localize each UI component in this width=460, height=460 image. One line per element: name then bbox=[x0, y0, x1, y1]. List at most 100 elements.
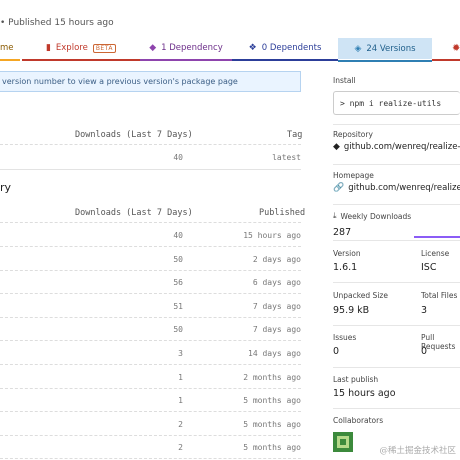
tag-icon: ◈ bbox=[354, 43, 362, 54]
download-icon: ⤓ bbox=[333, 211, 337, 220]
version-value: 1.6.1 bbox=[333, 262, 358, 273]
unpacked-size-value: 95.9 kB bbox=[333, 305, 370, 316]
watermark: @稀土掘金技术社区 bbox=[379, 446, 456, 456]
publish-meta: • Published 15 hours ago bbox=[0, 18, 114, 28]
license-label: License bbox=[421, 249, 450, 258]
divider bbox=[0, 387, 301, 389]
history-row-published: 15 hours ago bbox=[243, 231, 301, 240]
link-icon: 🔗 bbox=[333, 183, 345, 193]
tab-versions[interactable]: ◈ 24 Versions bbox=[338, 38, 432, 62]
divider bbox=[333, 325, 460, 326]
issues-value: 0 bbox=[333, 346, 340, 357]
divider bbox=[0, 269, 301, 271]
box-icon: ◆ bbox=[149, 43, 157, 53]
weekly-downloads-value: 287 bbox=[333, 227, 352, 238]
history-row-published: 14 days ago bbox=[248, 349, 301, 358]
collaborators-label: Collaborators bbox=[333, 416, 384, 425]
total-files-label: Total Files bbox=[421, 291, 458, 300]
history-row-published: 7 days ago bbox=[252, 301, 301, 311]
beta-badge: BETA bbox=[92, 43, 117, 53]
tab-dependencies[interactable]: ◆ 1 Dependency bbox=[140, 38, 232, 61]
divider bbox=[0, 340, 301, 342]
history-row-downloads: 50 bbox=[173, 325, 183, 335]
tab-explore-underline bbox=[22, 59, 140, 61]
install-command[interactable]: > npm i realize-utils bbox=[333, 91, 460, 115]
history-row-published: 5 months ago bbox=[243, 396, 301, 406]
last-publish-value: 15 hours ago bbox=[333, 388, 396, 399]
current-tags-tag-header: Tag bbox=[287, 130, 303, 140]
current-tag-downloads: 40 bbox=[173, 153, 183, 162]
weekly-downloads-label: Weekly Downloads bbox=[340, 211, 412, 221]
license-value: ISC bbox=[421, 262, 437, 273]
history-row-downloads: 2 bbox=[178, 419, 183, 429]
homepage-link[interactable]: 🔗 github.com/wenreq/realize-utils bbox=[333, 183, 460, 193]
divider bbox=[0, 434, 301, 436]
file-code-icon: ▮ bbox=[45, 43, 51, 53]
divider bbox=[0, 293, 301, 295]
history-row-published: 5 months ago bbox=[243, 443, 301, 453]
current-tags-downloads-header: Downloads (Last 7 Days) bbox=[75, 130, 193, 140]
history-row-downloads: 51 bbox=[173, 301, 183, 311]
tab-versions-label: 24 Versions bbox=[366, 43, 416, 54]
collaborator-avatar[interactable] bbox=[333, 432, 353, 452]
version-label: Version bbox=[333, 249, 361, 258]
install-label: Install bbox=[333, 76, 356, 85]
history-row-published: 2 months ago bbox=[243, 372, 301, 382]
divider bbox=[333, 204, 460, 205]
homepage-link-text: github.com/wenreq/realize-utils bbox=[348, 183, 460, 193]
tab-dependencies-label: 1 Dependency bbox=[161, 43, 223, 53]
tab-dependents-label: 0 Dependents bbox=[261, 43, 322, 53]
issues-label: Issues bbox=[333, 333, 357, 342]
tab-settings-underline bbox=[432, 59, 460, 61]
divider bbox=[333, 124, 460, 125]
divider bbox=[333, 367, 460, 368]
tab-versions-underline bbox=[338, 60, 432, 62]
divider bbox=[333, 408, 460, 409]
history-row-downloads: 2 bbox=[178, 443, 183, 453]
divider bbox=[0, 222, 301, 223]
divider bbox=[0, 364, 301, 365]
history-published-header: Published bbox=[259, 208, 306, 218]
history-row-downloads: 1 bbox=[178, 396, 183, 406]
divider bbox=[0, 316, 301, 318]
history-row-downloads: 56 bbox=[173, 278, 183, 288]
weekly-downloads-heading: ⤓ Weekly Downloads bbox=[333, 211, 411, 221]
homepage-label: Homepage bbox=[333, 171, 374, 180]
divider bbox=[333, 240, 460, 241]
git-icon: ◆ bbox=[333, 142, 340, 152]
history-row-published: 2 days ago bbox=[252, 254, 301, 264]
tab-readme-underline bbox=[0, 59, 20, 61]
last-publish-label: Last publish bbox=[333, 375, 379, 384]
weekly-downloads-sparkline bbox=[414, 236, 460, 238]
history-downloads-header: Downloads (Last 7 Days) bbox=[75, 208, 193, 218]
tab-dependents[interactable]: ❖ 0 Dependents bbox=[232, 38, 338, 61]
divider bbox=[0, 458, 301, 460]
version-history-title: ry bbox=[0, 181, 12, 194]
version-info-banner: version number to view a previous versio… bbox=[0, 71, 301, 92]
divider bbox=[333, 282, 460, 283]
history-row-downloads: 3 bbox=[178, 349, 183, 358]
repository-link[interactable]: ◆ github.com/wenreq/realize-utils bbox=[333, 142, 460, 152]
tab-dependencies-underline bbox=[140, 59, 232, 61]
tab-dependents-underline bbox=[232, 59, 338, 61]
package-tabs: me ▮ Explore BETA ◆ 1 Dependency ❖ 0 Dep… bbox=[0, 38, 460, 62]
history-row-published: 7 days ago bbox=[252, 325, 301, 335]
repository-label: Repository bbox=[333, 130, 373, 139]
divider bbox=[0, 144, 301, 145]
tab-settings[interactable]: ✹ bbox=[432, 38, 460, 61]
tab-readme[interactable]: me bbox=[0, 38, 20, 61]
history-row-published: 6 days ago bbox=[252, 278, 301, 288]
divider bbox=[0, 169, 301, 170]
gear-icon: ✹ bbox=[452, 42, 460, 54]
repository-link-text: github.com/wenreq/realize-utils bbox=[343, 142, 460, 152]
tab-explore-label: Explore bbox=[55, 43, 88, 53]
total-files-value: 3 bbox=[421, 305, 428, 316]
current-tag-name: latest bbox=[272, 153, 301, 162]
divider bbox=[333, 164, 460, 165]
divider bbox=[0, 411, 301, 413]
tab-explore[interactable]: ▮ Explore BETA bbox=[22, 38, 140, 61]
pull-requests-value: 0 bbox=[421, 346, 428, 357]
history-row-published: 5 months ago bbox=[243, 419, 301, 429]
history-row-downloads: 50 bbox=[173, 254, 183, 264]
boxes-icon: ❖ bbox=[248, 43, 257, 53]
